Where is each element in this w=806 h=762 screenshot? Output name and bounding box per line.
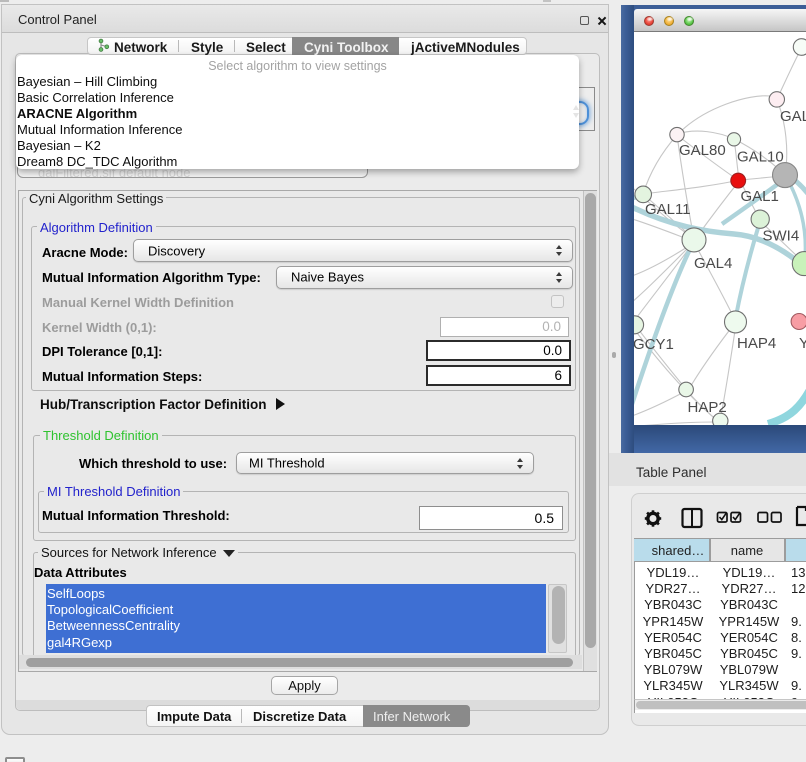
svg-text:HAP2: HAP2 (688, 399, 727, 416)
svg-text:SWI4: SWI4 (763, 228, 800, 245)
svg-text:GAL2: GAL2 (780, 108, 806, 125)
svg-text:GAL1: GAL1 (741, 188, 779, 205)
svg-text:HAP4: HAP4 (737, 335, 776, 352)
svg-text:GCY1: GCY1 (634, 336, 674, 353)
svg-text:GAL80: GAL80 (679, 142, 726, 159)
svg-text:Y: Y (799, 335, 806, 352)
svg-text:GAL11: GAL11 (645, 201, 691, 218)
svg-text:GAL4: GAL4 (694, 255, 732, 272)
svg-text:GAL10: GAL10 (737, 149, 784, 166)
